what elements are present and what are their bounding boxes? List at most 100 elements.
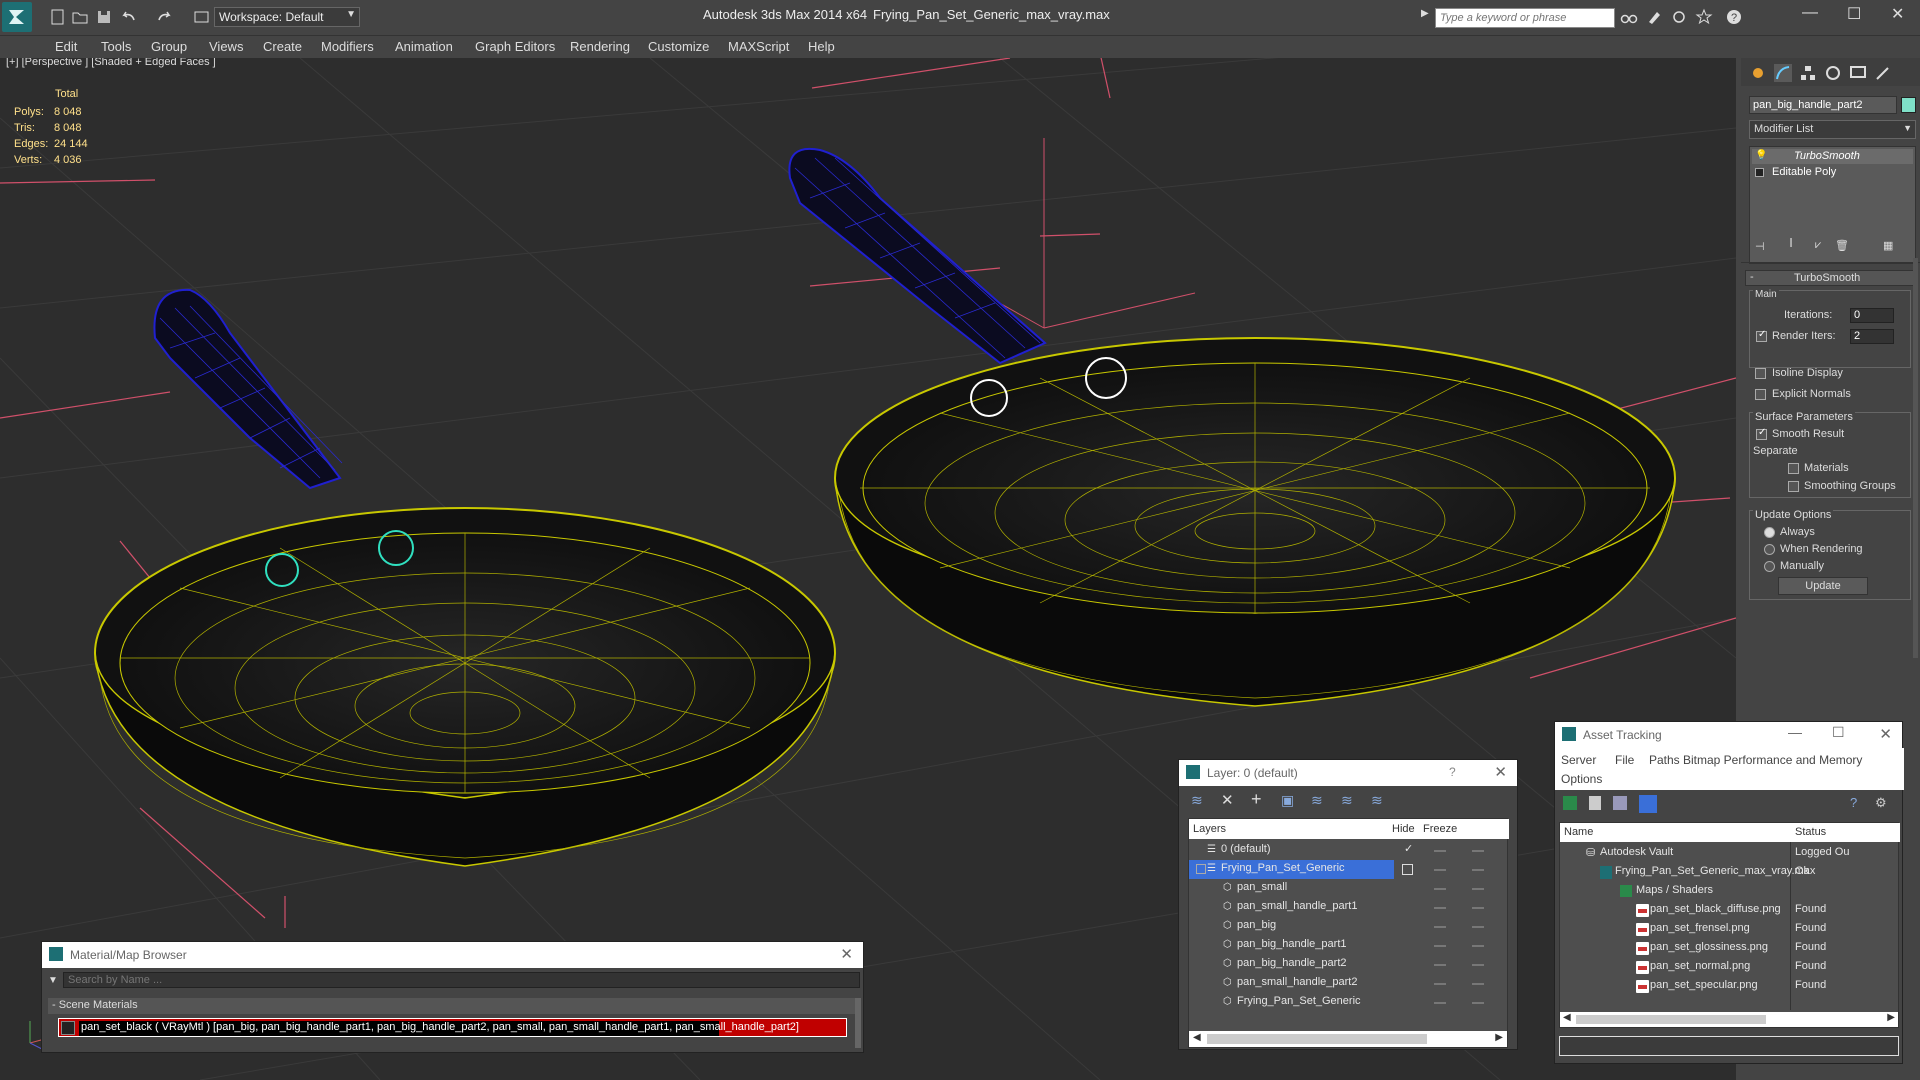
menu-rendering[interactable]: Rendering [570,39,630,54]
menu-graph-editors[interactable]: Graph Editors [475,39,555,54]
menu-help[interactable]: Help [808,39,835,54]
stack-item-turbosmooth[interactable]: 💡 TurboSmooth [1752,149,1913,164]
project-folder-icon[interactable] [193,8,211,26]
maximize-icon[interactable]: ☐ [1832,724,1845,741]
refresh-icon[interactable] [1563,796,1577,810]
layer-object-row[interactable]: ⬡ pan_big_handle_part2 [1189,955,1507,974]
pan-small[interactable] [94,288,836,867]
layer-row-selected[interactable]: ☰ Frying_Pan_Set_Generic [1189,860,1507,879]
menu-group[interactable]: Group [151,39,187,54]
grid-view-icon[interactable] [1639,795,1657,813]
communication-center-icon[interactable] [1645,8,1663,26]
freeze-all-icon[interactable]: ≋ [1371,792,1383,809]
make-unique-icon[interactable]: ⩗ [1815,239,1821,252]
workspace-dropdown[interactable]: Workspace: Default ▼ [214,7,360,27]
update-button[interactable]: Update [1778,577,1868,595]
asset-menu-server[interactable]: Server [1561,753,1596,767]
lightbulb-icon[interactable]: 💡 [1755,150,1767,161]
close-icon[interactable]: ✕ [1879,725,1892,743]
layer-horizontal-scrollbar[interactable]: ◀ ▶ [1189,1031,1507,1047]
hierarchy-tab-icon[interactable] [1799,64,1817,82]
asset-menu-bitmap[interactable]: Bitmap Performance and Memory [1683,753,1862,767]
options-dropdown-icon[interactable]: ▼ [48,975,58,986]
help-button[interactable]: ? [1449,765,1456,779]
search-input[interactable] [1435,8,1615,28]
layer-object-row[interactable]: ⬡ pan_small [1189,879,1507,898]
menu-modifiers[interactable]: Modifiers [321,39,374,54]
asset-row-map[interactable]: pan_set_frensel.png Found [1560,920,1898,939]
close-icon[interactable]: ✕ [1891,4,1904,24]
asset-menu-options[interactable]: Options [1561,772,1602,786]
new-file-icon[interactable] [49,8,67,26]
hide-all-icon[interactable]: ≋ [1341,792,1353,809]
layer-settings-icon[interactable]: ≋ [1191,792,1203,809]
asset-row-map[interactable]: pan_set_glossiness.png Found [1560,939,1898,958]
menu-animation[interactable]: Animation [395,39,453,54]
stack-item-editable-poly[interactable]: Editable Poly [1752,165,1913,180]
menu-edit[interactable]: Edit [55,39,77,54]
layer-object-row[interactable]: ⬡ pan_big_handle_part1 [1189,936,1507,955]
asset-menu-file[interactable]: File [1615,753,1634,767]
save-icon[interactable] [95,8,113,26]
select-objects-icon[interactable]: ▣ [1281,792,1294,809]
pan-big[interactable] [788,147,1676,707]
render-iters-spinner[interactable]: 2 [1850,329,1894,344]
remove-modifier-icon[interactable]: 🗑 [1835,239,1849,252]
asset-row-scene-file[interactable]: Frying_Pan_Set_Generic_max_vray.max Ok [1560,863,1898,882]
render-iters-checkbox[interactable]: ✓ [1756,329,1767,342]
manually-radio[interactable] [1764,561,1775,572]
material-item[interactable]: pan_set_black ( VRayMtl ) [pan_big, pan_… [58,1018,847,1037]
scene-materials-group[interactable]: - Scene Materials [48,998,858,1014]
layer-row[interactable]: ☰ 0 (default) ✓ [1189,841,1507,860]
layer-object-row[interactable]: ⬡ pan_small_handle_part1 [1189,898,1507,917]
isoline-display-checkbox[interactable] [1755,368,1766,379]
layer-object-row[interactable]: ⬡ pan_small_handle_part2 [1189,974,1507,993]
help-icon[interactable]: ? [1850,795,1857,810]
motion-tab-icon[interactable] [1824,64,1842,82]
modify-tab-icon[interactable] [1774,64,1792,82]
always-radio[interactable] [1764,527,1775,538]
material-search-input[interactable] [63,972,860,988]
undo-icon[interactable] [120,8,138,26]
show-end-result-icon[interactable]: Ⅰ [1783,236,1799,254]
material-scrollbar[interactable] [855,998,861,1048]
menu-customize[interactable]: Customize [648,39,709,54]
menu-maxscript[interactable]: MAXScript [728,39,789,54]
app-logo-icon[interactable] [2,2,32,32]
asset-horizontal-scrollbar[interactable]: ◀ ▶ [1560,1012,1898,1027]
object-color-swatch[interactable] [1901,97,1916,113]
asset-tracking-titlebar[interactable]: Asset Tracking — ☐ ✕ [1555,722,1902,748]
minimize-icon[interactable]: — [1788,724,1802,740]
panel-scrollbar[interactable] [1913,258,1918,658]
asset-row-map[interactable]: pan_set_normal.png Found [1560,958,1898,977]
menu-create[interactable]: Create [263,39,302,54]
asset-row-vault[interactable]: ⛁ Autodesk Vault Logged Ou [1560,844,1898,863]
material-browser-titlebar[interactable]: Material/Map Browser ✕ [42,942,863,968]
iterations-spinner[interactable]: 0 [1850,308,1894,323]
menu-tools[interactable]: Tools [101,39,131,54]
asset-row-maps-folder[interactable]: Maps / Shaders [1560,882,1898,901]
asset-menu-paths[interactable]: Paths [1649,753,1680,767]
satellite-icon[interactable] [1670,8,1688,26]
asset-row-map[interactable]: pan_set_specular.png Found [1560,977,1898,996]
layer-object-row[interactable]: ⬡ Frying_Pan_Set_Generic [1189,993,1507,1012]
display-tab-icon[interactable] [1849,64,1867,82]
add-layer-icon[interactable]: + [1251,789,1262,810]
minimize-icon[interactable]: — [1802,4,1818,22]
maximize-icon[interactable]: ☐ [1847,4,1861,24]
open-file-icon[interactable] [71,8,89,26]
modifier-list-dropdown[interactable]: Modifier List ▼ [1749,120,1916,139]
viewport-label[interactable]: [+] [Perspective ] [Shaded + Edged Faces… [6,58,216,68]
turbosmooth-rollout-header[interactable]: - TurboSmooth [1745,270,1915,286]
when-rendering-radio[interactable] [1764,544,1775,555]
asset-row-map[interactable]: pan_set_black_diffuse.png Found [1560,901,1898,920]
object-name-field[interactable] [1749,96,1897,114]
utilities-tab-icon[interactable] [1874,64,1892,82]
binoculars-icon[interactable] [1620,8,1638,26]
smooth-result-checkbox[interactable]: ✓ [1756,427,1767,440]
close-icon[interactable]: ✕ [840,945,853,963]
explicit-normals-checkbox[interactable] [1755,389,1766,400]
layer-object-row[interactable]: ⬡ pan_big [1189,917,1507,936]
configure-sets-icon[interactable]: ▦ [1883,239,1893,252]
pin-stack-icon[interactable]: ⊣ [1755,240,1765,253]
